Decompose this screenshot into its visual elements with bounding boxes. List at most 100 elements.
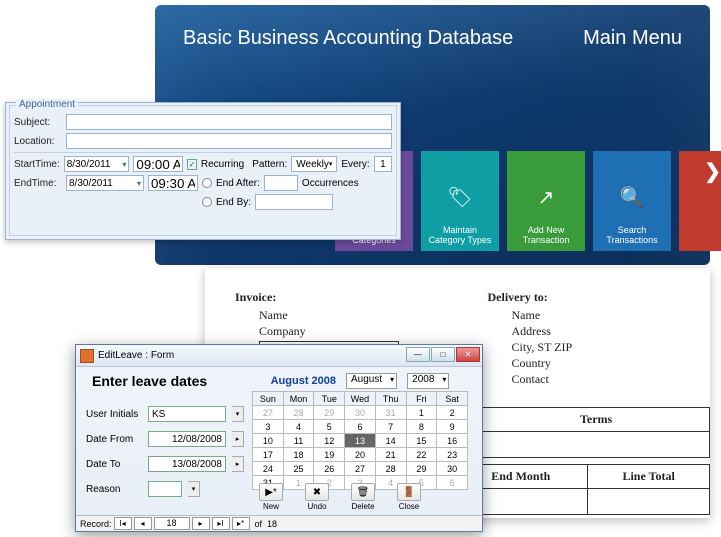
- calendar-day[interactable]: 2: [437, 406, 468, 420]
- year-select[interactable]: 2008: [407, 373, 449, 389]
- subject-input[interactable]: [66, 114, 392, 130]
- calendar: August 2008 August 2008 SunMonTueWedThuF…: [252, 373, 468, 490]
- tile-next[interactable]: ❯: [679, 151, 721, 251]
- minimize-button[interactable]: —: [406, 347, 430, 362]
- endafter-radio[interactable]: [202, 178, 212, 188]
- user-initials-input[interactable]: KS: [148, 406, 226, 422]
- delete-icon: 🗑: [351, 483, 375, 501]
- calendar-day[interactable]: 6: [345, 420, 376, 434]
- month-select[interactable]: August: [346, 373, 397, 389]
- date-picker-icon[interactable]: ▸: [232, 456, 244, 472]
- endtime-label: EndTime:: [14, 178, 62, 189]
- calendar-day[interactable]: 11: [283, 434, 314, 448]
- calendar-day[interactable]: 28: [375, 462, 406, 476]
- calendar-day[interactable]: 15: [406, 434, 437, 448]
- undo-button[interactable]: ✖Undo: [298, 483, 336, 511]
- calendar-day[interactable]: 8: [406, 420, 437, 434]
- calendar-day[interactable]: 30: [437, 462, 468, 476]
- calendar-day[interactable]: 27: [253, 406, 284, 420]
- tile-search-transactions[interactable]: 🔍 Search Transactions: [593, 151, 671, 251]
- calendar-grid[interactable]: SunMonTueWedThuFriSat2728293031123456789…: [252, 391, 468, 490]
- nav-next-button[interactable]: ▸: [192, 517, 210, 530]
- calendar-day[interactable]: 29: [406, 462, 437, 476]
- occurrences-label: Occurrences: [302, 178, 359, 189]
- tile-add-new-transaction[interactable]: ↗ Add New Transaction: [507, 151, 585, 251]
- calendar-day[interactable]: 26: [314, 462, 345, 476]
- calendar-day[interactable]: 5: [314, 420, 345, 434]
- start-time-input[interactable]: [133, 156, 183, 172]
- calendar-day[interactable]: 22: [406, 448, 437, 462]
- new-button[interactable]: ▶*New: [252, 483, 290, 511]
- endafter-input[interactable]: [264, 175, 298, 191]
- delivery-contact: Contact: [512, 371, 681, 387]
- calendar-day[interactable]: 23: [437, 448, 468, 462]
- nav-new-button[interactable]: ▸*: [232, 517, 250, 530]
- tile-label: Search Transactions: [597, 225, 667, 245]
- tile-label: Add New Transaction: [511, 225, 581, 245]
- endby-date-input[interactable]: [255, 194, 333, 210]
- calendar-day[interactable]: 10: [253, 434, 284, 448]
- every-input[interactable]: 1: [374, 156, 392, 172]
- location-input[interactable]: [66, 133, 392, 149]
- calendar-day[interactable]: 3: [253, 420, 284, 434]
- calendar-day[interactable]: 27: [345, 462, 376, 476]
- nav-last-button[interactable]: ▸I: [212, 517, 230, 530]
- delete-button[interactable]: 🗑Delete: [344, 483, 382, 511]
- pattern-select[interactable]: Weekly▾: [291, 156, 337, 172]
- calendar-day[interactable]: 19: [314, 448, 345, 462]
- calendar-day[interactable]: 17: [253, 448, 284, 462]
- calendar-dow: Sun: [253, 392, 284, 406]
- calendar-day[interactable]: 18: [283, 448, 314, 462]
- record-number[interactable]: 18: [154, 517, 190, 530]
- date-from-input[interactable]: 12/08/2008: [148, 431, 226, 447]
- reason-input[interactable]: [148, 481, 182, 497]
- tile-label: Maintain Category Types: [425, 225, 495, 245]
- maximize-button[interactable]: □: [431, 347, 455, 362]
- end-time-input[interactable]: [148, 175, 198, 191]
- close-button[interactable]: 🚪Close: [390, 483, 428, 511]
- reason-label: Reason: [86, 484, 142, 495]
- nav-first-button[interactable]: I◂: [114, 517, 132, 530]
- starttime-label: StartTime:: [14, 159, 60, 170]
- calendar-day[interactable]: 30: [345, 406, 376, 420]
- end-date-picker[interactable]: 8/30/2011▾: [66, 175, 144, 191]
- start-date-picker[interactable]: 8/30/2011▾: [64, 156, 130, 172]
- date-picker-icon[interactable]: ▸: [232, 431, 244, 447]
- calendar-day[interactable]: 25: [283, 462, 314, 476]
- tile-maintain-category-types[interactable]: 🏷 Maintain Category Types: [421, 151, 499, 251]
- chevron-down-icon[interactable]: ▾: [232, 406, 244, 422]
- chevron-down-icon: ▾: [329, 160, 333, 168]
- user-initials-label: User Initials: [86, 409, 142, 420]
- calendar-day[interactable]: 29: [314, 406, 345, 420]
- calendar-day[interactable]: 31: [375, 406, 406, 420]
- undo-icon: ✖: [305, 483, 329, 501]
- calendar-day[interactable]: 7: [375, 420, 406, 434]
- calendar-dow: Thu: [375, 392, 406, 406]
- calendar-day[interactable]: 12: [314, 434, 345, 448]
- calendar-day[interactable]: 13: [345, 434, 376, 448]
- calendar-day[interactable]: 16: [437, 434, 468, 448]
- calendar-day[interactable]: 21: [375, 448, 406, 462]
- nav-prev-button[interactable]: ◂: [134, 517, 152, 530]
- calendar-day[interactable]: 24: [253, 462, 284, 476]
- titlebar[interactable]: EditLeave : Form — □ ✕: [76, 345, 482, 367]
- calendar-day[interactable]: 9: [437, 420, 468, 434]
- endby-radio[interactable]: [202, 197, 212, 207]
- window-close-button[interactable]: ✕: [456, 347, 480, 362]
- calendar-day[interactable]: 28: [283, 406, 314, 420]
- date-to-input[interactable]: 13/08/2008: [148, 456, 226, 472]
- calendar-day[interactable]: 20: [345, 448, 376, 462]
- subject-label: Subject:: [14, 117, 62, 128]
- pattern-label: Pattern:: [252, 159, 287, 170]
- calendar-dow: Fri: [406, 392, 437, 406]
- calendar-day[interactable]: 14: [375, 434, 406, 448]
- calendar-day[interactable]: 4: [283, 420, 314, 434]
- calendar-day[interactable]: 1: [406, 406, 437, 420]
- invoice-company-label: Company: [259, 324, 306, 338]
- calendar-month-year: August 2008: [271, 375, 336, 387]
- recurring-checkbox[interactable]: ✓: [187, 159, 196, 170]
- date-from-label: Date From: [86, 434, 142, 445]
- chevron-down-icon[interactable]: ▾: [188, 481, 200, 497]
- calendar-day[interactable]: 6: [437, 476, 468, 490]
- new-icon: ▶*: [259, 483, 283, 501]
